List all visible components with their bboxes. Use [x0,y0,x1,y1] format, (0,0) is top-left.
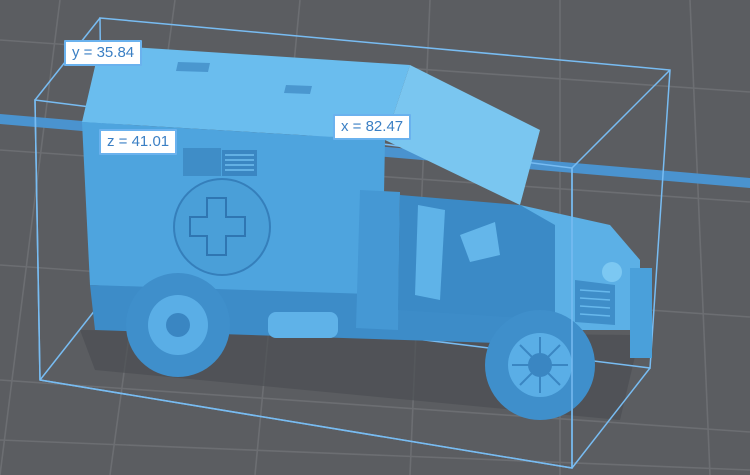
seat [415,205,445,300]
roof-vent [284,85,312,94]
front-bumper [630,268,652,358]
dimension-label-z[interactable]: z = 41.01 [99,129,178,155]
headlight [602,262,622,282]
dimension-label-y[interactable]: y = 35.84 [64,40,143,66]
fuel-tank [268,312,338,338]
dimension-label-x[interactable]: x = 82.47 [333,114,412,140]
rear-door [356,190,400,330]
rear-wheel [126,273,230,377]
grille [575,280,615,325]
roof-vent [176,62,210,72]
front-wheel [485,310,595,420]
3d-viewport[interactable]: y = 35.84 z = 41.01 x = 82.47 [0,0,750,475]
side-vent [222,150,257,176]
scene-canvas[interactable] [0,0,750,475]
red-cross-emblem [173,178,271,276]
side-window [183,148,221,176]
